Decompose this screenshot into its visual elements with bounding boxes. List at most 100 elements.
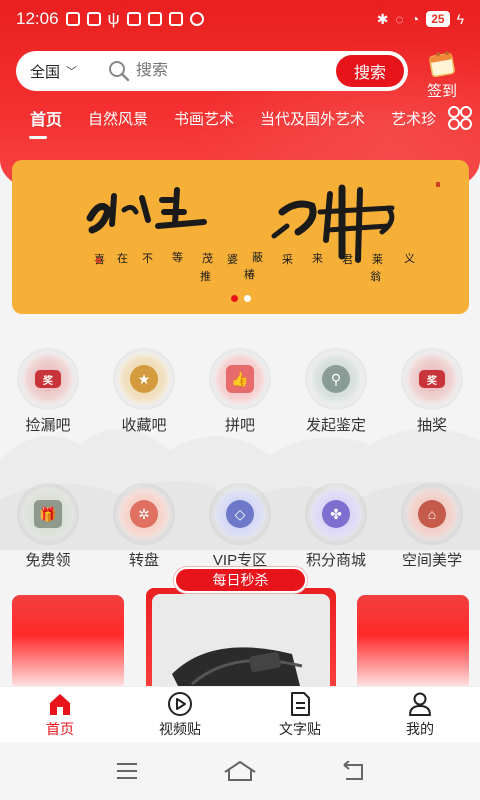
- feature-grid-area: 奖 捡漏吧 ★ 收藏吧 👍 拼吧 ⚲ 发起鉴定 奖 抽奖 🎁 免费领 ✲ 转盘 …: [0, 330, 480, 569]
- bottom-nav: 首页 视频贴 文字贴 我的: [0, 686, 480, 742]
- usb-icon: ψ: [107, 9, 120, 28]
- grid-item-label: 拼吧: [224, 417, 255, 434]
- gift-icon: 🎁: [34, 500, 62, 528]
- star-icon: ★: [130, 365, 158, 393]
- belt-product-image: [172, 647, 303, 692]
- tab-treasures[interactable]: 艺术珍: [378, 108, 449, 129]
- region-selector[interactable]: 全国 ﹀: [16, 61, 106, 82]
- grid-item-space[interactable]: ⌂ 空间美学: [384, 465, 480, 570]
- mute-icon: ◌: [395, 11, 404, 27]
- grid-item-label: 收藏吧: [121, 417, 167, 434]
- svg-text:不: 不: [142, 253, 153, 265]
- region-label: 全国: [30, 63, 61, 81]
- tab-contemporary[interactable]: 当代及国外艺术: [247, 108, 378, 129]
- grid-item-bargain[interactable]: 奖 捡漏吧: [0, 330, 96, 435]
- grid-item-label: 捡漏吧: [25, 417, 71, 434]
- flash-sale-card[interactable]: [357, 595, 469, 695]
- category-menu-icon[interactable]: [446, 104, 474, 132]
- ticket-icon: 奖: [35, 370, 61, 388]
- grid-item-label: 发起鉴定: [305, 417, 366, 434]
- grid-item-points-mall[interactable]: ✤ 积分商城: [288, 465, 384, 570]
- svg-text:在: 在: [117, 252, 128, 265]
- svg-text:义: 义: [404, 252, 415, 265]
- system-nav-bar: [0, 742, 480, 800]
- play-icon: [168, 691, 192, 716]
- search-button[interactable]: 搜索: [336, 55, 404, 87]
- notification-icon: [189, 12, 204, 26]
- grid-item-free[interactable]: 🎁 免费领: [0, 465, 96, 570]
- notification-icon: [86, 12, 101, 26]
- svg-text:推: 推: [200, 269, 211, 283]
- grid-item-label: 空间美学: [401, 552, 462, 569]
- nav-video[interactable]: 视频贴: [120, 687, 240, 742]
- grid-item-vip[interactable]: ◇ VIP专区: [192, 465, 288, 570]
- grid-item-label: 免费领: [25, 552, 71, 569]
- back-button[interactable]: [333, 756, 373, 786]
- battery-icon: 25: [426, 11, 450, 27]
- flash-sale-card[interactable]: [12, 595, 124, 695]
- signin-button[interactable]: 签到: [420, 50, 464, 101]
- grid-item-label: 抽奖: [416, 417, 447, 434]
- svg-text:茂: 茂: [202, 251, 213, 265]
- svg-text:莱: 莱: [372, 253, 383, 266]
- tab-nature[interactable]: 自然风景: [75, 108, 161, 129]
- grid-item-wheel[interactable]: ✲ 转盘: [96, 465, 192, 570]
- svg-text:椿: 椿: [244, 268, 255, 281]
- nav-profile[interactable]: 我的: [360, 687, 480, 742]
- banner-dot[interactable]: [243, 295, 251, 302]
- grid-item-appraisal[interactable]: ⚲ 发起鉴定: [288, 330, 384, 435]
- clover-icon: ✤: [322, 500, 350, 528]
- nav-label: 文字贴: [279, 720, 321, 737]
- category-tabs: 首页 自然风景 书画艺术 当代及国外艺术 艺术珍: [0, 100, 480, 136]
- product-image: [152, 594, 330, 692]
- svg-text:蔽: 蔽: [252, 251, 263, 264]
- flash-sale-card[interactable]: [146, 588, 336, 698]
- wheel-icon: ✲: [130, 500, 158, 528]
- chevron-down-icon: ﹀: [66, 66, 78, 78]
- notification-icon: [126, 12, 141, 26]
- home-button[interactable]: [220, 756, 260, 786]
- ticket-icon: 奖: [419, 370, 445, 388]
- calendar-icon: [429, 51, 455, 78]
- flash-sale-title[interactable]: 每日秒杀: [174, 567, 307, 593]
- svg-text:翁: 翁: [370, 269, 381, 283]
- nav-home[interactable]: 首页: [0, 687, 120, 742]
- calligraphy-artwork: 喜在不 等茂婆 蔽采来 君莱义 推椿翁: [86, 182, 440, 283]
- home-outline-icon: [224, 760, 256, 781]
- grid-item-collect[interactable]: ★ 收藏吧: [96, 330, 192, 435]
- search-input[interactable]: [136, 62, 326, 80]
- notification-icon: [168, 12, 183, 26]
- banner-dot[interactable]: [230, 295, 238, 302]
- nav-label: 首页: [46, 720, 74, 737]
- tab-calligraphy[interactable]: 书画艺术: [161, 108, 247, 129]
- feature-grid: 奖 捡漏吧 ★ 收藏吧 👍 拼吧 ⚲ 发起鉴定 奖 抽奖 🎁 免费领 ✲ 转盘 …: [0, 330, 480, 570]
- banner-pagination: [230, 295, 251, 302]
- svg-text:君: 君: [342, 253, 353, 266]
- grid-item-group[interactable]: 👍 拼吧: [192, 330, 288, 435]
- status-bar: 12:06 ψ ✱ ◌ ◔ 25 ϟ: [0, 0, 480, 38]
- notification-icon: [65, 12, 80, 26]
- svg-text:来: 来: [312, 252, 323, 265]
- notification-icon: [147, 12, 162, 26]
- wifi-icon: ◔: [410, 11, 420, 27]
- svg-text:采: 采: [282, 253, 293, 266]
- nav-text[interactable]: 文字贴: [240, 687, 360, 742]
- bluetooth-icon: ✱: [376, 10, 389, 27]
- svg-text:婆: 婆: [227, 253, 238, 266]
- signin-label: 签到: [426, 83, 457, 100]
- grid-item-label: 转盘: [128, 552, 159, 569]
- nav-label: 视频贴: [159, 720, 201, 737]
- promo-banner[interactable]: 喜在不 等茂婆 蔽采来 君莱义 推椿翁: [12, 160, 469, 314]
- diamond-icon: ◇: [226, 500, 254, 528]
- document-icon: [291, 691, 310, 716]
- menu-icon: [116, 763, 137, 779]
- back-icon: [343, 761, 364, 780]
- search-icon: [106, 58, 132, 84]
- charging-icon: ϟ: [456, 11, 464, 27]
- recent-apps-button[interactable]: [107, 756, 147, 786]
- home-icon: [50, 693, 70, 715]
- grid-item-lottery[interactable]: 奖 抽奖: [384, 330, 480, 435]
- search-bar: 全国 ﹀ 搜索: [16, 51, 408, 91]
- stamp-icon: ⚲: [322, 365, 350, 393]
- tab-home[interactable]: 首页: [0, 106, 75, 130]
